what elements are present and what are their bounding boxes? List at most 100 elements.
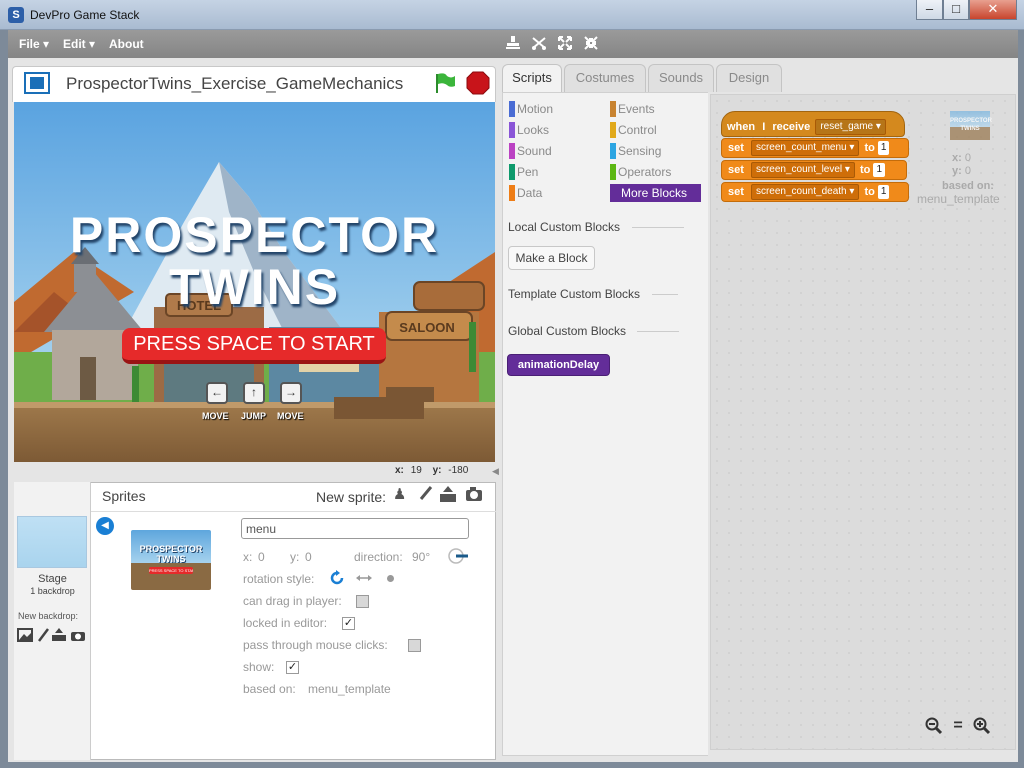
value-input[interactable]: 1 <box>877 141 890 155</box>
zoom-out-icon[interactable] <box>925 717 943 735</box>
cut-icon[interactable] <box>530 35 548 53</box>
back-arrow-icon[interactable]: ◀ <box>96 517 114 535</box>
category-sensing[interactable]: Sensing <box>610 142 700 160</box>
stamp-icon[interactable] <box>504 35 522 53</box>
hat-word: receive <box>772 121 811 133</box>
coord-x-label: x: <box>395 465 404 476</box>
value-input[interactable]: 1 <box>877 185 890 199</box>
zoom-in-icon[interactable] <box>973 717 991 735</box>
maximize-button[interactable]: □ <box>943 0 969 20</box>
menu-file[interactable]: File ▾ <box>19 37 49 51</box>
direction-dial-icon[interactable] <box>447 547 469 565</box>
animation-delay-block[interactable]: animationDelay <box>507 354 610 376</box>
saloon-sign: SALOON <box>399 320 455 335</box>
green-flag-icon[interactable] <box>433 71 457 95</box>
rotation-style-label: rotation style: <box>243 572 315 586</box>
category-sound[interactable]: Sound <box>509 142 599 160</box>
menu-about[interactable]: About <box>109 37 144 51</box>
minimize-button[interactable]: – <box>916 0 943 20</box>
tab-design[interactable]: Design <box>716 64 782 92</box>
new-sprite-label: New sprite: <box>316 489 387 505</box>
window-title: DevPro Game Stack <box>30 8 140 22</box>
sprite-library-icon[interactable]: ♟ <box>393 485 411 503</box>
direction-label: direction: <box>354 550 403 564</box>
variable-dropdown[interactable]: screen_count_menu ▾ <box>750 140 860 156</box>
pass-through-label: pass through mouse clicks: <box>243 638 388 652</box>
stage-thumbnail[interactable] <box>17 516 87 568</box>
hat-word: I <box>762 121 766 133</box>
message-dropdown[interactable]: reset_game ▾ <box>815 119 886 135</box>
variable-name: screen_count_menu <box>755 142 847 153</box>
category-motion[interactable]: Motion <box>509 100 599 118</box>
fullscreen-icon[interactable] <box>24 72 50 94</box>
upload-icon[interactable] <box>439 485 457 503</box>
dont-rotate-icon[interactable] <box>387 575 394 582</box>
info-y-label: y: <box>952 165 962 177</box>
sprite-info-y: y: 0 <box>952 165 1002 177</box>
variable-dropdown[interactable]: screen_count_death ▾ <box>750 184 860 200</box>
sprite-thumbnail[interactable]: PROSPECTOR TWINS PRESS SPACE TO START <box>131 530 211 590</box>
make-block-button[interactable]: Make a Block <box>508 246 595 270</box>
new-backdrop-label: New backdrop: <box>18 611 79 621</box>
coord-y-label: y: <box>432 465 442 476</box>
close-button[interactable]: ✕ <box>969 0 1017 20</box>
tab-costumes[interactable]: Costumes <box>564 64 646 92</box>
paint-backdrop-icon[interactable] <box>36 628 50 642</box>
sprites-title: Sprites <box>102 488 146 504</box>
category-color-bar <box>509 164 515 180</box>
to-word: to <box>860 164 871 176</box>
global-blocks-header: Global Custom Blocks <box>508 324 627 338</box>
show-label: show: <box>243 660 275 674</box>
sprite-y-value: 0 <box>305 550 312 564</box>
camera-backdrop-icon[interactable] <box>70 629 86 642</box>
paint-icon[interactable] <box>416 485 434 503</box>
stage-canvas[interactable]: HOTEL SALOON PROSPECTOR TWINS PRESS SPAC… <box>14 102 495 462</box>
stop-icon[interactable] <box>466 71 490 95</box>
pass-through-checkbox[interactable] <box>408 639 421 652</box>
info-x-value: 0 <box>964 152 971 164</box>
start-prompt: PRESS SPACE TO START <box>122 328 386 364</box>
variable-dropdown[interactable]: screen_count_level ▾ <box>750 162 855 178</box>
category-data[interactable]: Data <box>509 184 599 202</box>
tab-sounds[interactable]: Sounds <box>648 64 714 92</box>
zoom-reset-icon[interactable]: = <box>949 717 967 735</box>
set-variable-block[interactable]: set screen_count_menu ▾ to 1 <box>721 138 909 158</box>
category-more-blocks[interactable]: More Blocks <box>610 184 701 202</box>
sprite-y-label: y: <box>290 550 300 564</box>
when-receive-hat-block[interactable]: when I receive reset_game ▾ <box>721 111 905 137</box>
show-checkbox[interactable]: ✓ <box>286 661 299 674</box>
menu-edit[interactable]: Edit ▾ <box>63 37 95 51</box>
backdrop-library-icon[interactable] <box>17 628 33 642</box>
upload-backdrop-icon[interactable] <box>51 627 67 642</box>
value-input[interactable]: 1 <box>873 163 886 177</box>
coord-x-value: 19 <box>410 465 422 476</box>
camera-icon[interactable] <box>465 486 483 502</box>
collapse-arrow-icon[interactable]: ◀ <box>492 466 500 478</box>
shrink-icon[interactable] <box>582 35 600 53</box>
project-title: ProspectorTwins_Exercise_GameMechanics <box>66 74 404 93</box>
category-pen[interactable]: Pen <box>509 163 599 181</box>
set-variable-block[interactable]: set screen_count_level ▾ to 1 <box>721 160 907 180</box>
sprite-name-input[interactable]: menu <box>241 518 469 539</box>
can-drag-checkbox[interactable] <box>356 595 369 608</box>
category-operators[interactable]: Operators <box>610 163 700 181</box>
tab-scripts[interactable]: Scripts <box>502 64 562 92</box>
sprites-header <box>91 482 496 512</box>
hat-word: when <box>727 121 756 133</box>
title-bar <box>0 0 1024 30</box>
grow-icon[interactable] <box>556 35 574 53</box>
variable-name: screen_count_level <box>755 164 843 175</box>
category-label: Looks <box>517 123 550 137</box>
category-looks[interactable]: Looks <box>509 121 599 139</box>
rotate-all-around-icon[interactable] <box>328 569 346 587</box>
category-events[interactable]: Events <box>610 100 700 118</box>
template-blocks-header: Template Custom Blocks <box>508 287 641 301</box>
locked-checkbox[interactable]: ✓ <box>342 617 355 630</box>
mouse-coords: x: 19 y: -180 <box>395 465 468 476</box>
set-variable-block[interactable]: set screen_count_death ▾ to 1 <box>721 182 909 202</box>
game-title-line1: PROSPECTOR <box>69 207 440 263</box>
category-control[interactable]: Control <box>610 121 700 139</box>
left-right-icon[interactable] <box>355 572 373 584</box>
category-label: Sound <box>517 144 552 158</box>
category-label: More Blocks <box>621 186 688 200</box>
